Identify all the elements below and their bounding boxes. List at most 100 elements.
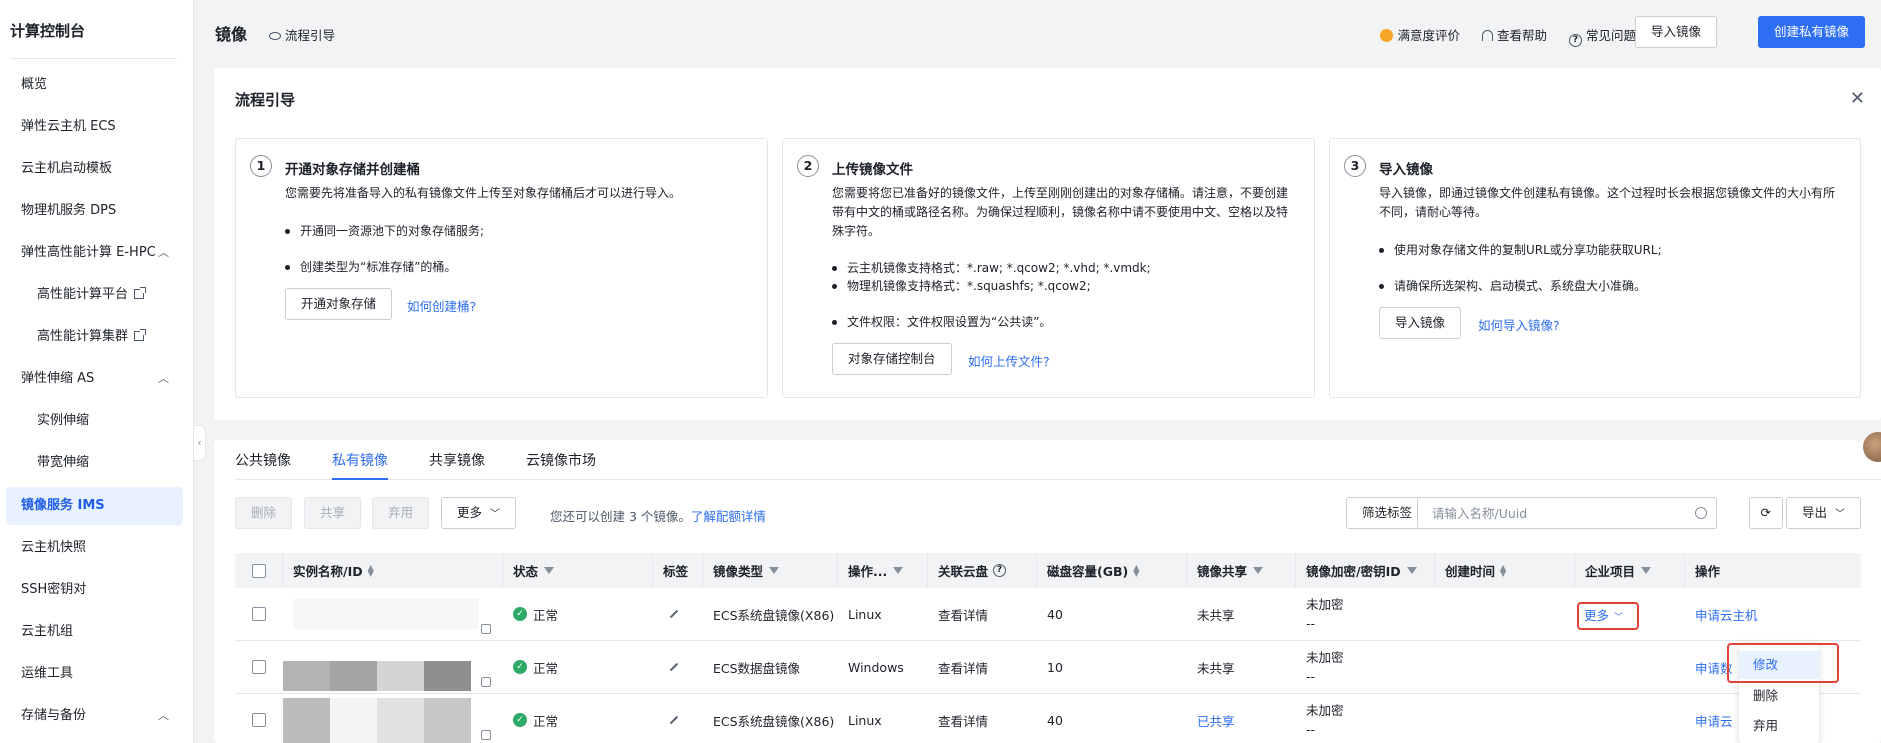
status-text: 正常 [533,660,559,676]
create-private-image-button[interactable]: 创建私有镜像 [1757,16,1865,48]
question-icon: ? [1568,34,1582,47]
export-label: 导出 [1801,505,1827,520]
tab-private-images[interactable]: 私有镜像 [332,450,388,480]
apply-link[interactable]: 申请云 [1695,711,1733,730]
tab-shared-images[interactable]: 共享镜像 [429,450,485,470]
faq-link[interactable]: ? 常见问题 [1568,28,1636,47]
search-icon[interactable] [1695,507,1707,519]
sidebar-item-as[interactable]: 弹性伸缩 AS ︿ [6,360,183,398]
step-description: 导入镜像，即通过镜像文件创建私有镜像。这个过程时长会根据您镜像文件的大小有所不同… [1379,186,1836,219]
col-project[interactable]: 企业项目 [1575,553,1685,588]
how-to-create-bucket-link[interactable]: 如何创建桶? [407,296,476,315]
image-list-panel: 公共镜像 私有镜像 共享镜像 云镜像市场 删除 共享 弃用 更多 ﹀ 您还可以创建… [214,440,1881,743]
deprecate-button[interactable]: 弃用 [372,497,430,529]
close-icon[interactable]: ✕ [1850,88,1865,109]
sidebar-item-ops-tools[interactable]: 运维工具 [6,655,183,693]
sidebar-item-launch-template[interactable]: 云主机启动模板 [6,150,183,188]
dropdown-item-edit[interactable]: 修改 [1739,651,1819,679]
question-icon[interactable]: ? [993,564,1007,577]
name-cell [283,641,503,693]
disk-detail-link[interactable]: 查看详情 [928,588,1037,640]
apply-link[interactable]: 申请数 [1695,658,1733,677]
col-size[interactable]: 磁盘容量(GB) ▲ ▼ [1037,553,1187,588]
how-to-import-image-link[interactable]: 如何导入镜像? [1478,315,1560,334]
size-cell: 40 [1047,606,1063,622]
row-more-button[interactable]: 更多 ﹀ [1577,602,1639,630]
col-os[interactable]: 操作... [838,553,928,588]
copy-icon[interactable] [481,677,491,687]
sidebar-item-storage-backup[interactable]: 存储与备份 ︿ [6,697,183,735]
tab-image-market[interactable]: 云镜像市场 [526,450,596,470]
share-button[interactable]: 共享 [304,497,362,529]
encrypt-key: -- [1306,616,1316,631]
col-name[interactable]: 实例名称/ID ▲ ▼ [283,553,503,588]
enable-object-storage-button[interactable]: 开通对象存储 [285,288,393,320]
sidebar-item-hpc-platform[interactable]: 高性能计算平台 [6,276,183,314]
chevron-down-icon: ﹀ [1835,509,1845,520]
import-image-step-button[interactable]: 导入镜像 [1379,307,1462,339]
smile-icon [1380,29,1394,42]
sidebar-item-dps[interactable]: 物理机服务 DPS [6,192,183,230]
row-checkbox[interactable] [252,660,266,674]
redacted-name [283,698,471,743]
step-bullet: 创建类型为“标准存储”的桶。 [285,258,749,277]
dropdown-item-deprecate[interactable]: 弃用 [1739,712,1819,740]
satisfaction-link[interactable]: 满意度评价 [1380,28,1460,43]
import-image-button[interactable]: 导入镜像 [1634,16,1717,48]
os-cell: Linux [848,712,882,728]
tag-icon[interactable] [669,662,679,672]
encrypt-status: 未加密 [1306,597,1344,612]
sidebar-item-label: 存储与备份 [21,708,87,723]
refresh-button[interactable]: ⟳ [1748,497,1783,529]
dropdown-item-delete[interactable]: 删除 [1739,682,1819,710]
copy-icon[interactable] [481,624,491,634]
search-input[interactable] [1417,497,1717,529]
object-storage-console-button[interactable]: 对象存储控制台 [832,343,952,375]
apply-server-link[interactable]: 申请云主机 [1695,605,1758,624]
help-link[interactable]: 查看帮助 [1481,28,1547,43]
sidebar-item-ehpc[interactable]: 弹性高性能计算 E-HPC ︿ [6,234,183,272]
col-share[interactable]: 镜像共享 [1187,553,1296,588]
sidebar-item-snapshot[interactable]: 云主机快照 [6,529,183,567]
tab-public-images[interactable]: 公共镜像 [235,450,291,470]
more-actions-button[interactable]: 更多 ﹀ [441,497,517,529]
sidebar-item-ims[interactable]: 镜像服务 IMS [6,487,183,525]
copy-icon[interactable] [481,730,491,740]
row-checkbox[interactable] [252,607,266,621]
col-created[interactable]: 创建时间 ▲ ▼ [1435,553,1575,588]
sidebar-item-ssh-keypair[interactable]: SSH密钥对 [6,571,183,609]
sidebar-item-bandwidth-scaling[interactable]: 带宽伸缩 [6,444,183,482]
disk-detail-link[interactable]: 查看详情 [928,694,1037,743]
chevron-down-icon: ﹀ [490,509,501,520]
status-cell: ✓ 正常 [503,588,653,640]
tag-icon[interactable] [669,609,679,619]
sidebar-collapse-handle[interactable]: ‹ [194,425,206,461]
sidebar-item-instance-scaling[interactable]: 实例伸缩 [6,402,183,440]
guide-toggle[interactable]: 流程引导 [269,25,335,44]
col-action-label: 操作 [1695,564,1721,579]
quota-details-link[interactable]: 了解配额详情 [691,509,766,524]
guide-step-3: 3 导入镜像 导入镜像，即通过镜像文件创建私有镜像。这个过程时长会根据您镜像文件… [1329,138,1861,398]
type-cell: ECS数据盘镜像 [713,660,801,676]
col-status-label: 状态 [513,564,539,579]
tag-icon[interactable] [669,715,679,725]
filter-tags-button[interactable]: 筛选标签 [1345,497,1428,529]
col-type[interactable]: 镜像类型 [703,553,838,588]
check-circle-icon: ✓ [513,660,527,674]
sidebar-item-overview[interactable]: 概览 [6,66,183,104]
col-action: 操作 [1685,553,1861,588]
sidebar-item-label: 高性能计算平台 [37,287,129,302]
export-button[interactable]: 导出 ﹀ [1785,497,1861,529]
row-checkbox[interactable] [252,713,266,727]
sidebar-item-hpc-cluster[interactable]: 高性能计算集群 [6,318,183,356]
col-tag-label: 标签 [663,564,689,579]
how-to-upload-file-link[interactable]: 如何上传文件? [968,351,1050,370]
delete-button[interactable]: 删除 [235,497,293,529]
share-status-link[interactable]: 已共享 [1187,694,1296,743]
sidebar-item-ecs[interactable]: 弹性云主机 ECS [6,108,183,146]
col-status[interactable]: 状态 [503,553,653,588]
select-all-checkbox[interactable] [251,563,266,578]
col-encrypt[interactable]: 镜像加密/密钥ID [1296,553,1435,588]
disk-detail-link[interactable]: 查看详情 [928,641,1037,693]
sidebar-item-server-group[interactable]: 云主机组 [6,613,183,651]
